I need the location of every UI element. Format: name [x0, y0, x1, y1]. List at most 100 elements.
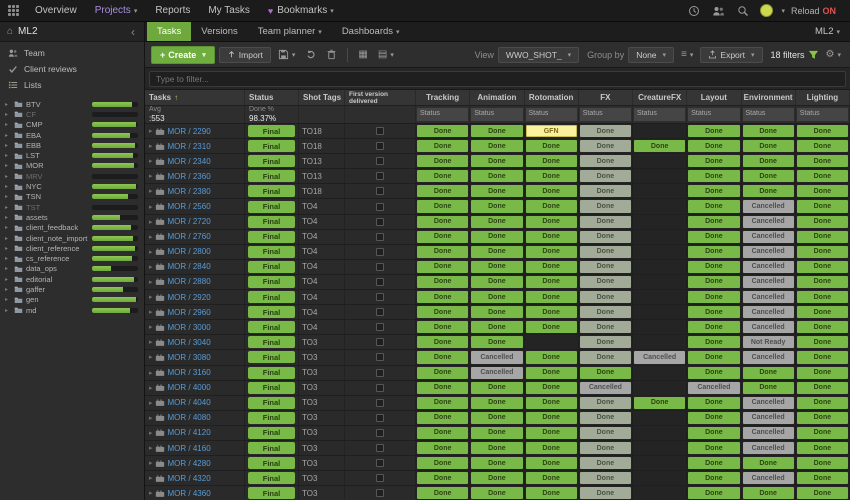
expand-caret-icon[interactable]: ▸	[149, 248, 153, 256]
pipeline-status[interactable]: Done	[525, 215, 577, 228]
pipeline-status[interactable]: Done	[688, 472, 740, 485]
expand-caret-icon[interactable]: ▸	[149, 414, 153, 422]
pipeline-status[interactable]: Done	[796, 472, 848, 485]
pipeline-status[interactable]: Cancelled	[742, 275, 794, 289]
grid-view-icon[interactable]: ▦	[355, 48, 370, 61]
expand-caret-icon[interactable]: ▸	[5, 255, 11, 262]
status-badge[interactable]: Final	[248, 155, 295, 168]
column-header-layout[interactable]: Layout	[687, 90, 742, 105]
checkbox[interactable]	[376, 489, 384, 498]
expand-caret-icon[interactable]: ▸	[149, 142, 153, 150]
task-link[interactable]: MOR / 2560	[168, 202, 211, 211]
filter-input[interactable]	[149, 70, 846, 87]
pipeline-status[interactable]: Done	[742, 457, 794, 470]
pipeline-status[interactable]: Done	[417, 366, 469, 379]
pipeline-status[interactable]: Done	[579, 185, 631, 198]
account-chevron-down-icon[interactable]: ▾	[781, 7, 785, 15]
pipeline-status[interactable]: Done	[796, 125, 848, 138]
status-badge[interactable]: Final	[248, 291, 295, 304]
expand-caret-icon[interactable]: ▸	[5, 235, 11, 242]
pipeline-status[interactable]: Done	[525, 321, 577, 334]
expand-caret-icon[interactable]: ▸	[149, 187, 153, 195]
pipeline-status[interactable]: Done	[688, 245, 740, 258]
tab-tasks[interactable]: Tasks	[147, 22, 192, 41]
checkbox[interactable]	[376, 459, 384, 468]
checkbox[interactable]	[376, 157, 384, 166]
pipeline-status[interactable]: Done	[579, 336, 631, 349]
pipeline-status[interactable]: Done	[688, 260, 740, 273]
pipeline-status[interactable]: Done	[688, 125, 740, 138]
pipeline-status[interactable]: Done	[525, 306, 577, 319]
pipeline-status[interactable]: Done	[742, 155, 794, 168]
pipeline-status[interactable]: Done	[796, 215, 848, 228]
pipeline-status[interactable]: Done	[417, 125, 469, 138]
pipeline-status[interactable]: Done	[471, 200, 523, 213]
pipeline-status[interactable]: Done	[579, 441, 631, 455]
pipeline-status[interactable]: Done	[579, 487, 631, 500]
sidebar-tree-item-tst[interactable]: ▸ TST	[0, 202, 144, 212]
task-link[interactable]: MOR / 2760	[168, 232, 211, 241]
expand-caret-icon[interactable]: ▸	[5, 121, 11, 128]
pipeline-status[interactable]: Done	[417, 306, 469, 319]
tab-dashboards[interactable]: Dashboards ▾	[332, 22, 410, 41]
pipeline-status[interactable]: Done	[471, 381, 523, 394]
pipeline-status[interactable]: Done	[471, 155, 523, 168]
gear-icon[interactable]: ⚙ ▾	[823, 48, 844, 61]
task-link[interactable]: MOR / 2380	[168, 187, 211, 196]
task-link[interactable]: MOR / 3040	[168, 338, 211, 347]
pipeline-status[interactable]: Done	[796, 366, 848, 379]
pipeline-status[interactable]: Done	[417, 230, 469, 243]
pipeline-status[interactable]: Done	[742, 140, 794, 153]
pipeline-status[interactable]: Done	[471, 125, 523, 138]
pipeline-status[interactable]: Done	[796, 230, 848, 243]
expand-caret-icon[interactable]: ▸	[5, 142, 11, 149]
pipeline-status[interactable]: Done	[579, 260, 631, 273]
sidebar-tree-item-client-note-import[interactable]: ▸ client_note_import	[0, 233, 144, 243]
pipeline-status[interactable]: Done	[417, 381, 469, 394]
pipeline-status[interactable]: Cancelled	[742, 306, 794, 319]
sidebar-tree-item-ebb[interactable]: ▸ EBB	[0, 140, 144, 150]
pipeline-status[interactable]: Done	[742, 185, 794, 198]
column-header-rotomation[interactable]: Rotomation	[525, 90, 579, 105]
checkbox[interactable]	[376, 398, 384, 407]
pipeline-status[interactable]: Cancelled	[742, 472, 794, 485]
expand-caret-icon[interactable]: ▸	[5, 162, 11, 169]
pipeline-status[interactable]: Done	[417, 275, 469, 289]
task-link[interactable]: MOR / 3000	[168, 323, 211, 332]
pipeline-status[interactable]: Done	[796, 260, 848, 273]
app-menu-icon[interactable]	[8, 5, 19, 16]
expand-caret-icon[interactable]: ▸	[149, 233, 153, 241]
pipeline-status[interactable]: Done	[525, 472, 577, 485]
expand-caret-icon[interactable]: ▸	[5, 183, 11, 190]
pipeline-status[interactable]: Done	[471, 185, 523, 198]
expand-caret-icon[interactable]: ▸	[149, 353, 153, 361]
pipeline-status[interactable]: Done	[417, 457, 469, 470]
pipeline-status[interactable]: Cancelled	[742, 321, 794, 334]
pipeline-status[interactable]: Done	[471, 170, 523, 183]
pipeline-status[interactable]: Cancelled	[742, 441, 794, 455]
pipeline-status[interactable]: Done	[525, 275, 577, 289]
sidebar-tree-item-assets[interactable]: ▸ assets	[0, 212, 144, 222]
pipeline-status[interactable]: Cancelled	[634, 351, 686, 364]
status-badge[interactable]: Final	[248, 260, 295, 273]
sidebar-item-lists[interactable]: Lists	[0, 77, 144, 93]
pipeline-status[interactable]: Done	[796, 487, 848, 500]
pipeline-status[interactable]: Cancelled	[742, 230, 794, 243]
table-view-icon[interactable]: ▤ ▾	[375, 48, 397, 61]
collapse-sidebar-icon[interactable]: ‹	[129, 25, 137, 39]
pipeline-status[interactable]: Done	[525, 185, 577, 198]
task-link[interactable]: MOR / 4280	[168, 459, 211, 468]
pipeline-status[interactable]: Done	[525, 411, 577, 424]
status-badge[interactable]: Final	[248, 230, 295, 243]
pipeline-status[interactable]: Done	[471, 457, 523, 470]
pipeline-status[interactable]: Done	[688, 441, 740, 455]
pipeline-status[interactable]: Done	[417, 155, 469, 168]
pipeline-status[interactable]: Done	[796, 411, 848, 424]
expand-caret-icon[interactable]: ▸	[149, 323, 153, 331]
pipeline-status[interactable]: Done	[417, 215, 469, 228]
pipeline-status[interactable]: Done	[796, 381, 848, 394]
status-badge[interactable]: Final	[248, 411, 295, 424]
undo-icon[interactable]	[302, 48, 319, 61]
checkbox[interactable]	[376, 323, 384, 332]
expand-caret-icon[interactable]: ▸	[5, 193, 11, 200]
